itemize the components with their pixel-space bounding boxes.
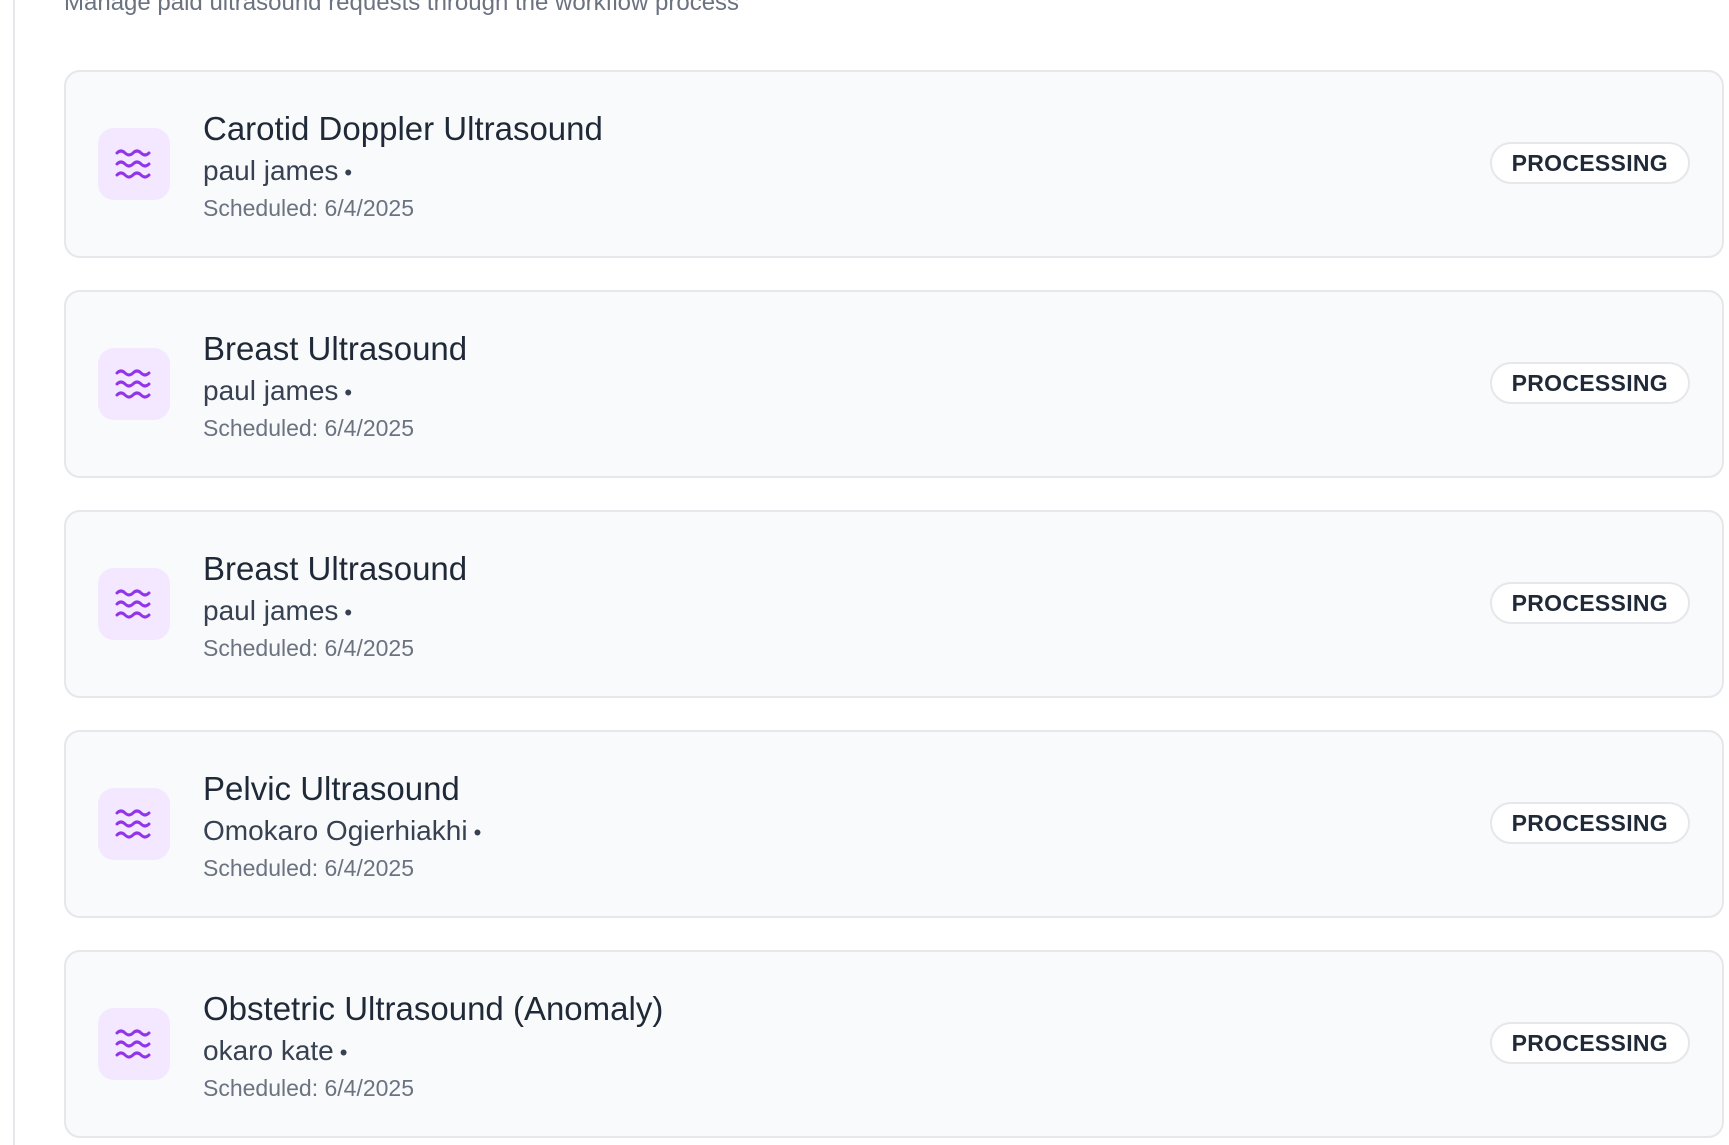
patient-name: Omokaro Ogierhiakhi	[203, 815, 468, 846]
request-list: Carotid Doppler Ultrasound paul james • S…	[64, 70, 1724, 1145]
waves-icon	[98, 348, 170, 420]
separator-dot: •	[344, 380, 353, 405]
separator-dot: •	[473, 820, 482, 845]
status-badge: PROCESSING	[1489, 362, 1690, 404]
request-title: Breast Ultrasound	[203, 330, 468, 367]
request-card[interactable]: Breast Ultrasound paul james • Scheduled:…	[64, 510, 1724, 698]
patient-name: okaro kate	[203, 1035, 334, 1066]
scheduled-date: Scheduled: 6/4/2025	[203, 855, 415, 881]
scheduled-date: Scheduled: 6/4/2025	[203, 635, 415, 661]
page-subtitle: Manage paid ultrasound requests through …	[64, 0, 740, 16]
status-badge: PROCESSING	[1489, 802, 1690, 844]
separator-dot: •	[344, 600, 353, 625]
status-badge: PROCESSING	[1489, 142, 1690, 184]
status-badge: PROCESSING	[1489, 582, 1690, 624]
separator-dot: •	[339, 1040, 348, 1065]
patient-name: paul james	[203, 155, 339, 186]
scheduled-date: Scheduled: 6/4/2025	[203, 195, 415, 221]
status-badge: PROCESSING	[1489, 1022, 1690, 1064]
request-title: Carotid Doppler Ultrasound	[203, 110, 603, 147]
request-card[interactable]: Carotid Doppler Ultrasound paul james • S…	[64, 70, 1724, 258]
page: Manage paid ultrasound requests through …	[0, 0, 1729, 1145]
request-card[interactable]: Breast Ultrasound paul james • Scheduled:…	[64, 290, 1724, 478]
sidebar-divider	[13, 0, 15, 1145]
request-card[interactable]: Pelvic Ultrasound Omokaro Ogierhiakhi • S…	[64, 730, 1724, 918]
request-title: Obstetric Ultrasound (Anomaly)	[203, 990, 664, 1027]
scheduled-date: Scheduled: 6/4/2025	[203, 1075, 415, 1101]
scheduled-date: Scheduled: 6/4/2025	[203, 415, 415, 441]
waves-icon	[98, 568, 170, 640]
request-card[interactable]: Obstetric Ultrasound (Anomaly) okaro kat…	[64, 950, 1724, 1138]
waves-icon	[98, 788, 170, 860]
request-title: Breast Ultrasound	[203, 550, 468, 587]
waves-icon	[98, 128, 170, 200]
request-title: Pelvic Ultrasound	[203, 770, 460, 807]
separator-dot: •	[344, 160, 353, 185]
patient-name: paul james	[203, 595, 339, 626]
waves-icon	[98, 1008, 170, 1080]
patient-name: paul james	[203, 375, 339, 406]
